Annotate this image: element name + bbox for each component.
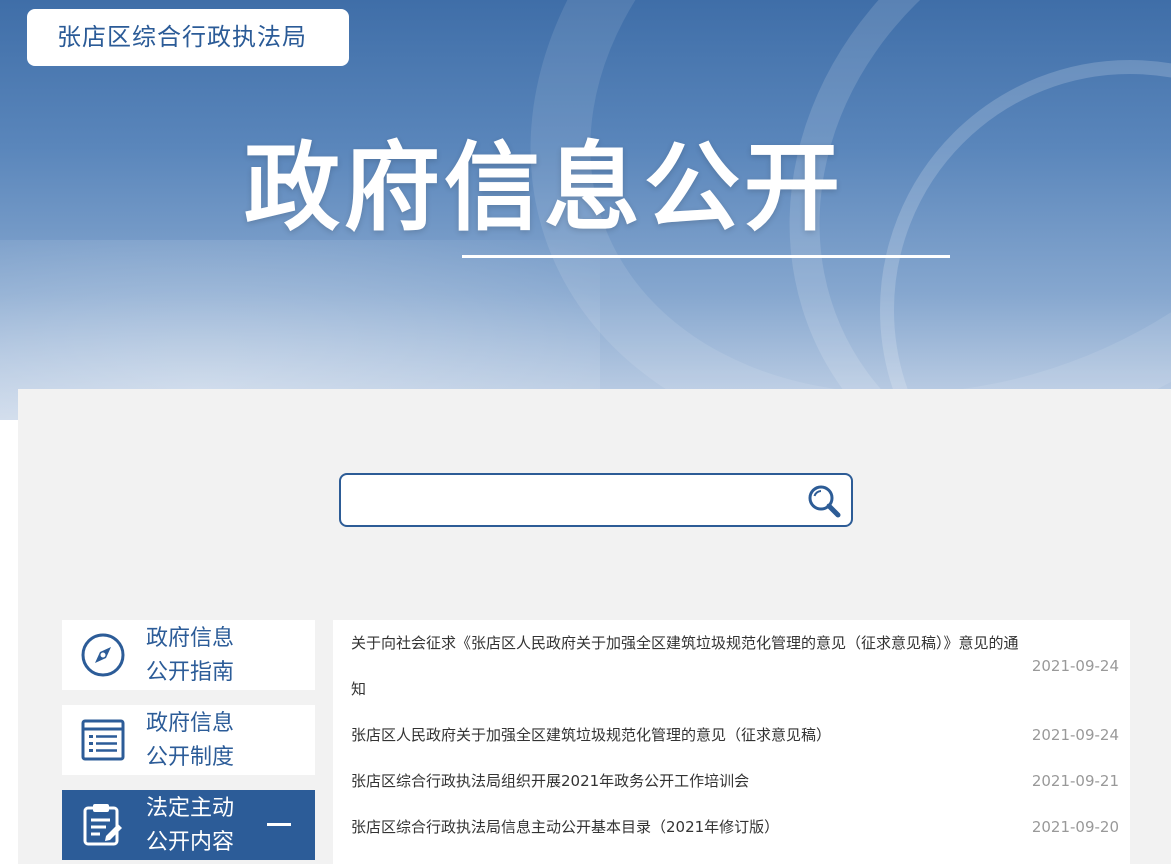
title-underline bbox=[462, 255, 950, 258]
sidebar-item-statutory-content[interactable]: 法定主动 公开内容 bbox=[62, 790, 315, 860]
sidebar-item-system[interactable]: 政府信息 公开制度 bbox=[62, 705, 315, 775]
list-item[interactable]: 关于向社会征求《张店区人民政府关于加强全区建筑垃圾规范化管理的意见（征求意见稿）… bbox=[351, 620, 1119, 712]
collapse-icon[interactable] bbox=[267, 823, 291, 826]
search-input[interactable] bbox=[351, 481, 791, 519]
search-box bbox=[339, 473, 853, 527]
news-date: 2021-09-20 bbox=[1031, 818, 1119, 836]
list-item[interactable]: 张店区综合行政执法局信息主动公开基本目录（2021年修订版） 2021-09-2… bbox=[351, 804, 1119, 850]
news-date: 2021-09-24 bbox=[1031, 657, 1119, 675]
search-icon bbox=[808, 485, 841, 518]
sidebar-item-label: 政府信息 公开制度 bbox=[146, 711, 235, 770]
list-item[interactable]: 张店区人民政府关于加强全区建筑垃圾规范化管理的意见（征求意见稿） 2021-09… bbox=[351, 712, 1119, 758]
news-title[interactable]: 张店区人民政府关于加强全区建筑垃圾规范化管理的意见（征求意见稿） bbox=[351, 712, 1023, 758]
news-date: 2021-09-21 bbox=[1031, 772, 1119, 790]
list-icon bbox=[80, 717, 126, 763]
sidebar-item-label: 法定主动 公开内容 bbox=[146, 796, 235, 855]
sidebar-item-guide[interactable]: 政府信息 公开指南 bbox=[62, 620, 315, 690]
clipboard-edit-icon bbox=[80, 802, 126, 848]
news-list: 关于向社会征求《张店区人民政府关于加强全区建筑垃圾规范化管理的意见（征求意见稿）… bbox=[333, 620, 1130, 864]
sidebar-item-label: 政府信息 公开指南 bbox=[146, 626, 235, 685]
org-name-badge[interactable]: 张店区综合行政执法局 bbox=[27, 9, 349, 66]
news-title[interactable]: 关于向社会征求《张店区人民政府关于加强全区建筑垃圾规范化管理的意见（征求意见稿）… bbox=[351, 620, 1023, 712]
page-title: 政府信息公开 bbox=[244, 132, 844, 244]
news-title[interactable]: 张店区综合行政执法局信息主动公开基本目录（2021年修订版） bbox=[351, 804, 1023, 850]
news-title[interactable]: 张店区综合行政执法局组织开展2021年政务公开工作培训会 bbox=[351, 758, 1023, 804]
list-item[interactable]: 张店区综合行政执法局组织开展2021年政务公开工作培训会 2021-09-21 bbox=[351, 758, 1119, 804]
search-button[interactable] bbox=[803, 481, 847, 521]
news-date: 2021-09-24 bbox=[1031, 726, 1119, 744]
compass-icon bbox=[80, 632, 126, 678]
